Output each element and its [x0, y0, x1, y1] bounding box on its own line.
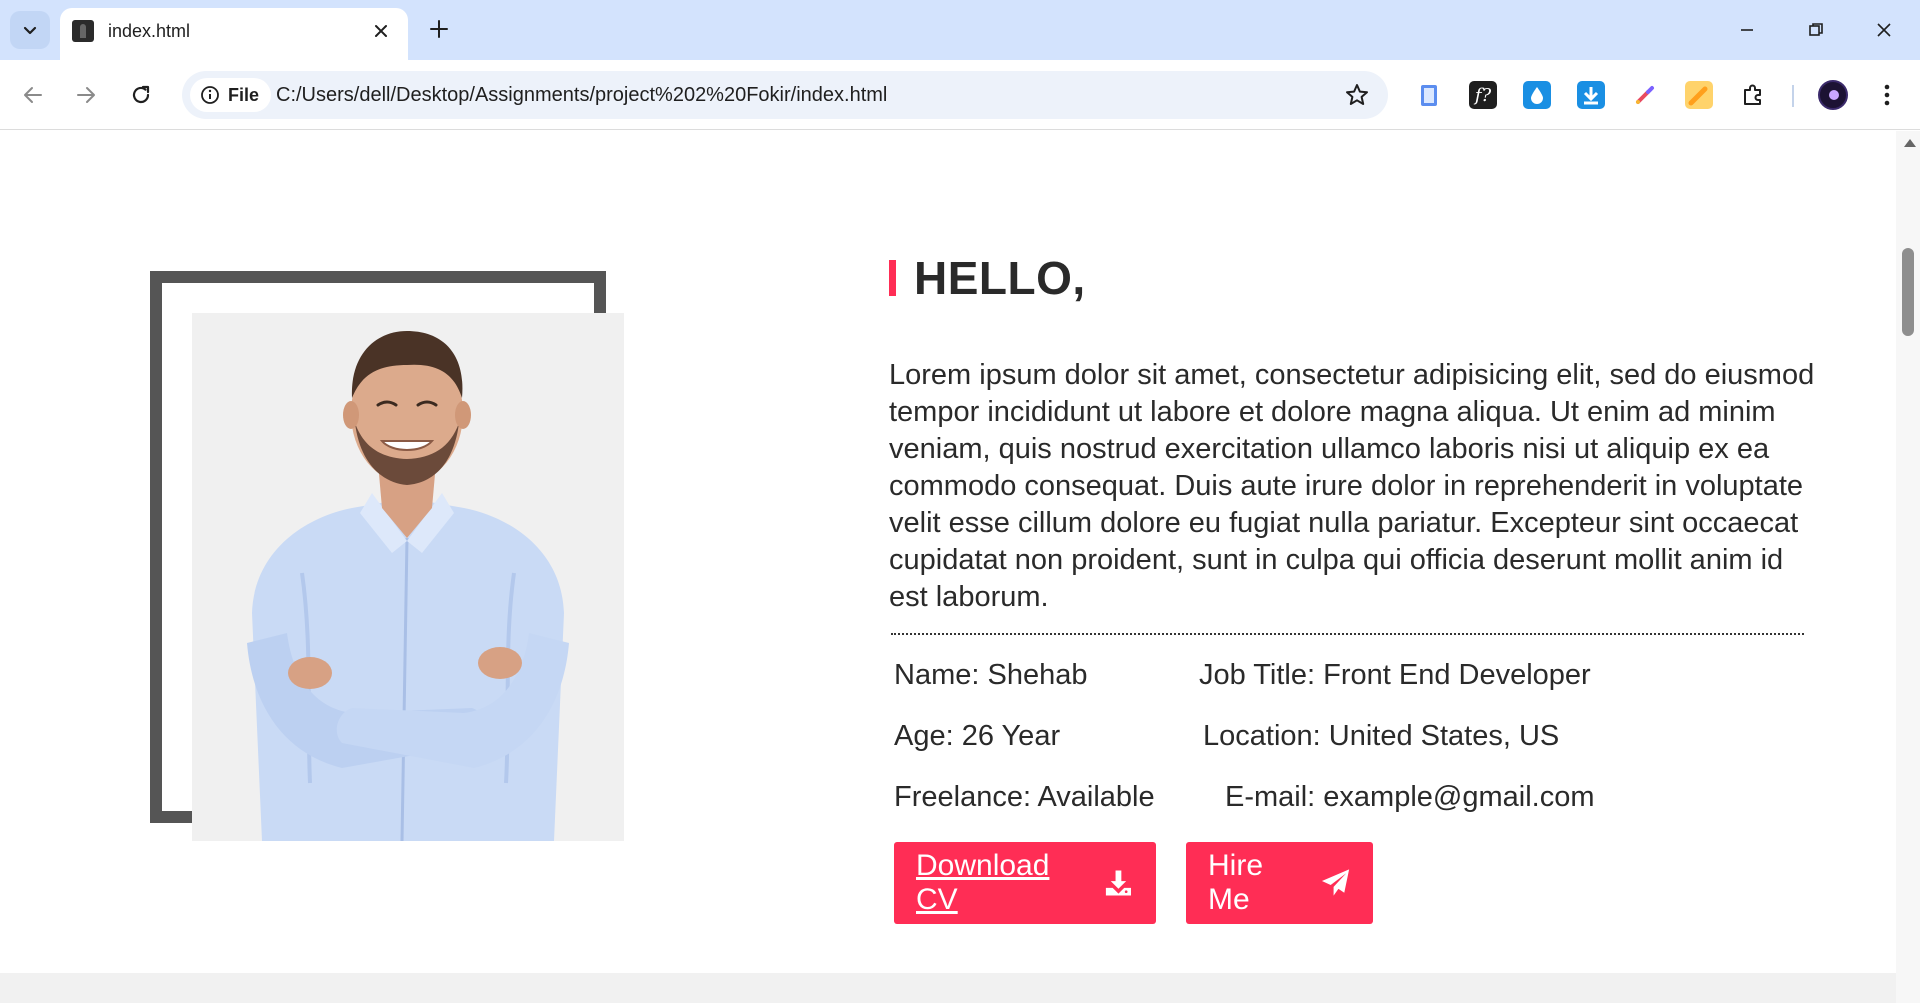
info-divider	[891, 633, 1804, 635]
greeting-heading: HELLO,	[889, 251, 1086, 305]
info-age: Age: 26 Year	[894, 720, 1061, 752]
browser-toolbar: File C:/Users/dell/Desktop/Assignments/p…	[0, 60, 1920, 130]
extensions-button[interactable]	[1739, 81, 1767, 109]
about-paragraph: Lorem ipsum dolor sit amet, consectetur …	[889, 359, 1815, 613]
tab-title: index.html	[108, 21, 191, 41]
back-button[interactable]	[15, 77, 51, 113]
extensions-puzzle-icon	[1744, 84, 1761, 105]
extension-color-picker-button[interactable]	[1631, 81, 1659, 109]
close-window-button[interactable]	[1862, 12, 1906, 48]
extension-1-button[interactable]	[1415, 81, 1443, 109]
info-job-title: Job Title: Front End Developer	[1199, 659, 1591, 691]
extension-downloader-button[interactable]	[1577, 81, 1605, 109]
download-icon	[1106, 870, 1132, 896]
download-cv-button[interactable]: Download CV	[894, 842, 1156, 924]
bookmark-button[interactable]	[1344, 82, 1370, 108]
next-section-band	[0, 973, 1896, 1003]
close-icon	[375, 25, 387, 37]
info-location: Location: United States, US	[1203, 720, 1560, 752]
forward-button[interactable]	[68, 77, 104, 113]
info-freelance: Freelance: Available	[894, 781, 1155, 813]
profile-photo	[192, 313, 624, 841]
page-viewport: HELLO, Lorem ipsum dolor sit amet, conse…	[0, 131, 1896, 1003]
plus-icon	[430, 20, 448, 38]
highlighter-icon	[1688, 86, 1708, 106]
reload-button[interactable]	[123, 77, 159, 113]
tab-search-button[interactable]	[10, 11, 50, 49]
site-info-label: File	[228, 84, 260, 105]
extension-highlighter-button[interactable]	[1685, 81, 1713, 109]
extension-fonts-button[interactable]: f?	[1469, 81, 1497, 109]
close-tab-button[interactable]	[368, 18, 394, 44]
minimize-button[interactable]	[1725, 12, 1769, 48]
greeting-text: HELLO,	[914, 252, 1086, 304]
person-illustration	[247, 331, 569, 841]
page-favicon-icon	[72, 20, 94, 42]
back-arrow-icon	[24, 87, 42, 103]
greeting-accent-bar	[889, 260, 896, 296]
forward-arrow-icon	[77, 87, 95, 103]
star-icon	[1346, 84, 1368, 105]
scroll-up-arrow-icon[interactable]	[1904, 139, 1916, 147]
drop-icon	[1531, 87, 1543, 104]
restore-button[interactable]	[1794, 12, 1838, 48]
info-icon	[201, 86, 219, 104]
extension-dropper-button[interactable]	[1523, 81, 1551, 109]
active-tab[interactable]: index.html	[60, 8, 408, 60]
info-email: E-mail: example@gmail.com	[1225, 781, 1595, 813]
site-info-chip[interactable]: File	[190, 78, 272, 112]
url-text[interactable]: C:/Users/dell/Desktop/Assignments/projec…	[276, 84, 887, 107]
restore-icon	[1809, 23, 1823, 36]
hire-me-button[interactable]: Hire Me	[1186, 842, 1373, 924]
paper-plane-icon	[1321, 869, 1350, 896]
hire-me-label: Hire Me	[1208, 849, 1264, 916]
tab-strip: index.html	[0, 0, 1920, 60]
info-name: Name: Shehab	[894, 659, 1088, 691]
toolbar-separator	[1792, 85, 1794, 107]
pipette-icon	[1636, 86, 1654, 104]
scrollbar-thumb[interactable]	[1902, 248, 1914, 336]
clipboard-icon	[1421, 85, 1437, 106]
browser-menu-button[interactable]	[1873, 81, 1901, 109]
font-f-icon: f?	[1474, 84, 1492, 106]
minimize-icon	[1741, 29, 1753, 31]
download-cv-label: Download CV	[916, 849, 1050, 916]
new-tab-button[interactable]	[424, 14, 454, 44]
menu-dots-icon	[1884, 84, 1890, 106]
download-arrow-icon	[1583, 87, 1599, 105]
close-icon	[1877, 23, 1891, 37]
reload-icon	[132, 85, 150, 104]
chevron-down-icon	[23, 26, 37, 35]
address-bar[interactable]: File C:/Users/dell/Desktop/Assignments/p…	[182, 71, 1388, 119]
profile-avatar[interactable]	[1818, 80, 1848, 110]
